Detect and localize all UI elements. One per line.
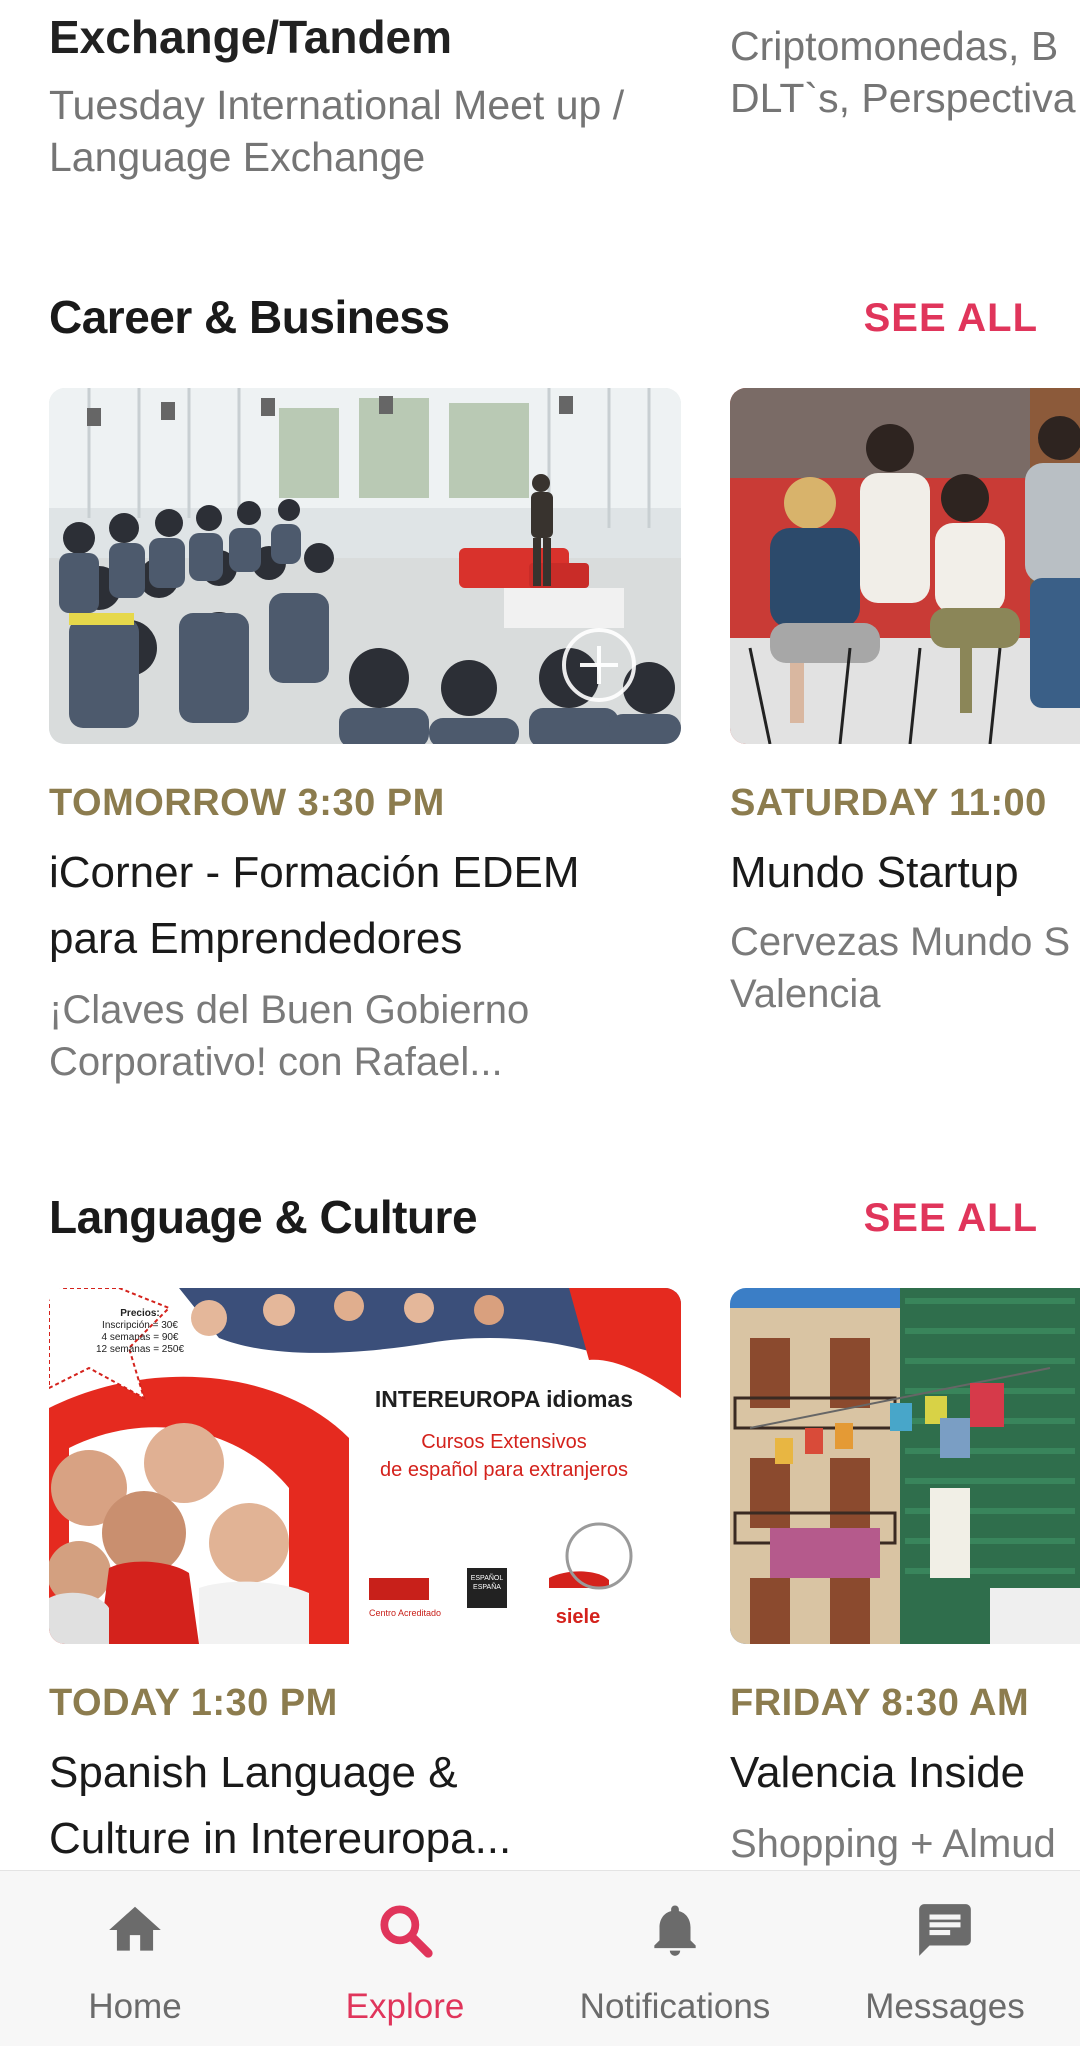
flyer-price-line: 4 semanas = 90€ [101,1332,179,1343]
nav-item-notifications[interactable]: Notifications [540,1871,810,2046]
flyer-price-line: Inscripción = 30€ [102,1320,178,1331]
home-icon [109,1906,161,1951]
event-photo-valencia-street [730,1288,1080,1644]
event-title-line-2: para Emprendedores [49,914,463,963]
event-time: TODAY 1:30 PM [49,1682,338,1724]
event-title-valencia-inside[interactable]: Valencia Inside [730,1740,1025,1806]
nav-item-messages[interactable]: Messages [810,1871,1080,2046]
event-card-language-exchange[interactable]: Exchange/Tandem Tuesday International Me… [49,10,681,183]
nav-item-explore[interactable]: Explore [270,1871,540,2046]
event-title-icorner[interactable]: iCorner - Formación EDEM para Emprendedo… [49,840,689,972]
flyer-price-line: 12 semanas = 250€ [95,1344,185,1355]
event-image-intereuropa[interactable]: Precios: Inscripción = 30€ 4 semanas = 9… [49,1288,681,1644]
event-title-mundo-startup[interactable]: Mundo Startup [730,840,1019,906]
event-description-line-2: Valencia [730,972,881,1016]
event-title-line-1: iCorner - Formación EDEM [49,848,580,897]
nav-label: Notifications [579,1987,771,2026]
bell-icon [654,1905,696,1956]
bottom-navigation: Home Explore Notifications Messages [0,1870,1080,2046]
nav-item-home[interactable]: Home [0,1871,270,2046]
flyer-prices-heading: Precios: [120,1308,160,1319]
flyer-course-line-1: Cursos Extensivos [421,1431,587,1453]
event-image-mundo-startup[interactable] [730,388,1080,744]
event-title: Exchange/Tandem [49,11,453,63]
event-description-line-1: ¡Claves del Buen Gobierno [49,988,530,1032]
event-description: ¡Claves del Buen Gobierno Corporativo! c… [49,984,529,1088]
event-description: Shopping + Almud [730,1822,1056,1866]
event-image-icorner[interactable] [49,388,681,744]
message-icon [919,1904,971,1956]
nav-label: Messages [865,1987,1025,2026]
explore-feed[interactable]: Exchange/Tandem Tuesday International Me… [0,0,1080,1870]
flyer-course: Cursos Extensivos de español para extran… [344,1428,664,1484]
see-all-button[interactable]: SEE ALL [864,1196,1038,1241]
event-card-crypto[interactable]: Criptomonedas, B DLT`s, Perspectiva [730,20,1080,124]
event-image-valencia-inside[interactable] [730,1288,1080,1644]
event-time: SATURDAY 11:00 [730,782,1047,824]
event-description-line-1: Cervezas Mundo S [730,920,1071,964]
search-icon [380,1905,433,1958]
flyer-logo-cervantes: Centro Acreditado [368,1608,442,1618]
event-title-spanish-language[interactable]: Spanish Language & Culture in Intereurop… [49,1740,689,1870]
nav-label: Home [88,1987,182,2026]
event-subtitle-line-2: Language Exchange [49,134,426,181]
add-event-icon[interactable] [562,628,636,702]
section-title-career-business: Career & Business [49,291,450,343]
flyer-logo-espana: ESPAÑOL ESPAÑA [470,1575,504,1591]
see-all-button[interactable]: SEE ALL [864,296,1038,341]
flyer-course-line-2: de español para extranjeros [380,1459,628,1481]
event-time: FRIDAY 8:30 AM [730,1682,1030,1724]
event-description: Cervezas Mundo S Valencia [730,916,1070,1020]
event-subtitle-line-1: Tuesday International Meet up / [49,82,625,129]
event-subtitle-line-2: DLT`s, Perspectiva [730,75,1076,121]
event-title-line-2: Culture in Intereuropa... [49,1814,512,1863]
flyer-prices: Precios: Inscripción = 30€ 4 semanas = 9… [85,1308,195,1356]
section-title-language-culture: Language & Culture [49,1191,478,1243]
nav-label: Explore [345,1987,465,2026]
flyer-brand: INTEREUROPA idiomas [374,1386,634,1412]
event-time: TOMORROW 3:30 PM [49,782,445,824]
event-description-line-2: Corporativo! con Rafael... [49,1040,503,1084]
flyer-logo-siele: siele [555,1606,601,1628]
event-photo-startup-group [730,388,1080,744]
event-title-line-1: Spanish Language & [49,1748,458,1797]
event-subtitle-line-1: Criptomonedas, B [730,23,1059,69]
